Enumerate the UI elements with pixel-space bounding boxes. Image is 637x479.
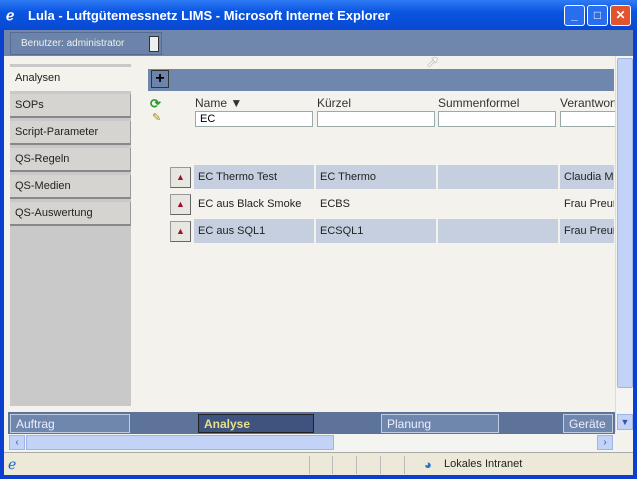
sidebar-item-qs-regeln[interactable]: QS-Regeln	[10, 148, 131, 172]
cell-verantwortlich: Claudia Mu	[560, 165, 614, 189]
table-row[interactable]: ▲ EC aus Black Smoke ECBS Frau Preuß	[170, 192, 614, 216]
vertical-scrollbar[interactable]: ▼	[615, 56, 633, 432]
tab-auftrag[interactable]: Auftrag	[10, 414, 130, 433]
security-zone: Lokales Intranet	[444, 458, 523, 470]
open-row-button[interactable]: ▲	[170, 194, 191, 215]
sidebar: Analysen SOPs Script-Parameter QS-Regeln…	[10, 64, 131, 406]
column-header-summenformel[interactable]: Summenformel	[438, 96, 519, 110]
column-header-name[interactable]: Name ▼	[195, 96, 242, 110]
cell-kuerzel: EC Thermo	[316, 165, 436, 189]
close-button[interactable]: ✕	[610, 5, 631, 26]
logout-door-icon[interactable]	[149, 36, 159, 52]
cell-verantwortlich: Frau Preuß	[560, 219, 614, 243]
user-label: Benutzer: administrator	[21, 38, 125, 49]
intranet-icon: ◕	[424, 457, 432, 472]
sidebar-item-analysen[interactable]: Analysen	[10, 67, 131, 91]
table-row[interactable]: ▲ EC Thermo Test EC Thermo Claudia Mu	[170, 165, 614, 189]
maximize-button[interactable]: □	[587, 5, 608, 26]
column-header-verantwortlich[interactable]: Verantwort	[560, 96, 617, 110]
refresh-icon[interactable]: ⟳	[150, 96, 161, 112]
analysis-table: + ⟳ ✎ Name ▼ Kürzel Summenformel Verantw…	[148, 66, 620, 408]
horizontal-scroll-thumb[interactable]	[26, 435, 334, 450]
cell-verantwortlich: Frau Preuß	[564, 198, 614, 210]
table-toolbar	[148, 69, 614, 91]
sidebar-item-qs-medien[interactable]: QS-Medien	[10, 175, 131, 199]
table-row[interactable]: ▲ EC aus SQL1 ECSQL1 Frau Preuß	[170, 219, 614, 243]
filter-verantwortlich-input[interactable]	[560, 111, 620, 127]
cell-name: EC Thermo Test	[194, 165, 314, 189]
open-row-button[interactable]: ▲	[170, 221, 191, 242]
tab-geraete[interactable]: Geräte	[563, 414, 613, 433]
user-box: Benutzer: administrator	[10, 32, 162, 55]
sidebar-item-sops[interactable]: SOPs	[10, 94, 131, 118]
scroll-down-button[interactable]: ▼	[617, 414, 633, 430]
user-bar: Benutzer: administrator	[4, 30, 633, 56]
cell-summenformel	[438, 219, 558, 243]
column-header-kuerzel[interactable]: Kürzel	[317, 96, 351, 110]
cell-name: EC aus Black Smoke	[198, 198, 302, 210]
sidebar-item-script-parameter[interactable]: Script-Parameter	[10, 121, 131, 145]
scroll-right-button[interactable]: ›	[597, 435, 613, 450]
browser-content: Benutzer: administrator Analysen SOPs Sc…	[4, 30, 633, 475]
tab-analyse[interactable]: Analyse	[198, 414, 314, 433]
horizontal-scrollbar[interactable]: ‹ ›	[8, 434, 615, 451]
filter-name-input[interactable]	[195, 111, 313, 127]
filter-kuerzel-input[interactable]	[317, 111, 435, 127]
mouse-cursor-icon: ➚	[426, 54, 440, 71]
add-button[interactable]: +	[151, 70, 169, 88]
cell-summenformel	[438, 165, 558, 189]
ie-icon: ℯ	[6, 7, 15, 23]
vertical-scroll-thumb[interactable]	[617, 58, 633, 388]
sidebar-item-qs-auswertung[interactable]: QS-Auswertung	[10, 202, 131, 226]
open-row-button[interactable]: ▲	[170, 167, 191, 188]
title-bar: ℯ Lula - Luftgütemessnetz LIMS - Microso…	[0, 0, 637, 30]
scroll-left-button[interactable]: ‹	[9, 435, 25, 450]
window-title: Lula - Luftgütemessnetz LIMS - Microsoft…	[28, 7, 390, 23]
bottom-tab-bar: Auftrag Analyse Planung Geräte	[8, 412, 615, 434]
page-icon: ℯ	[8, 456, 17, 472]
filter-summenformel-input[interactable]	[438, 111, 556, 127]
status-bar: ℯ ◕ Lokales Intranet	[4, 452, 633, 475]
cell-kuerzel: ECSQL1	[316, 219, 436, 243]
tab-planung[interactable]: Planung	[381, 414, 499, 433]
cell-summenformel	[438, 192, 558, 216]
edit-pencil-icon[interactable]: ✎	[152, 111, 161, 124]
cell-kuerzel: ECBS	[320, 198, 350, 210]
minimize-button[interactable]: _	[564, 5, 585, 26]
cell-name: EC aus SQL1	[194, 219, 314, 243]
